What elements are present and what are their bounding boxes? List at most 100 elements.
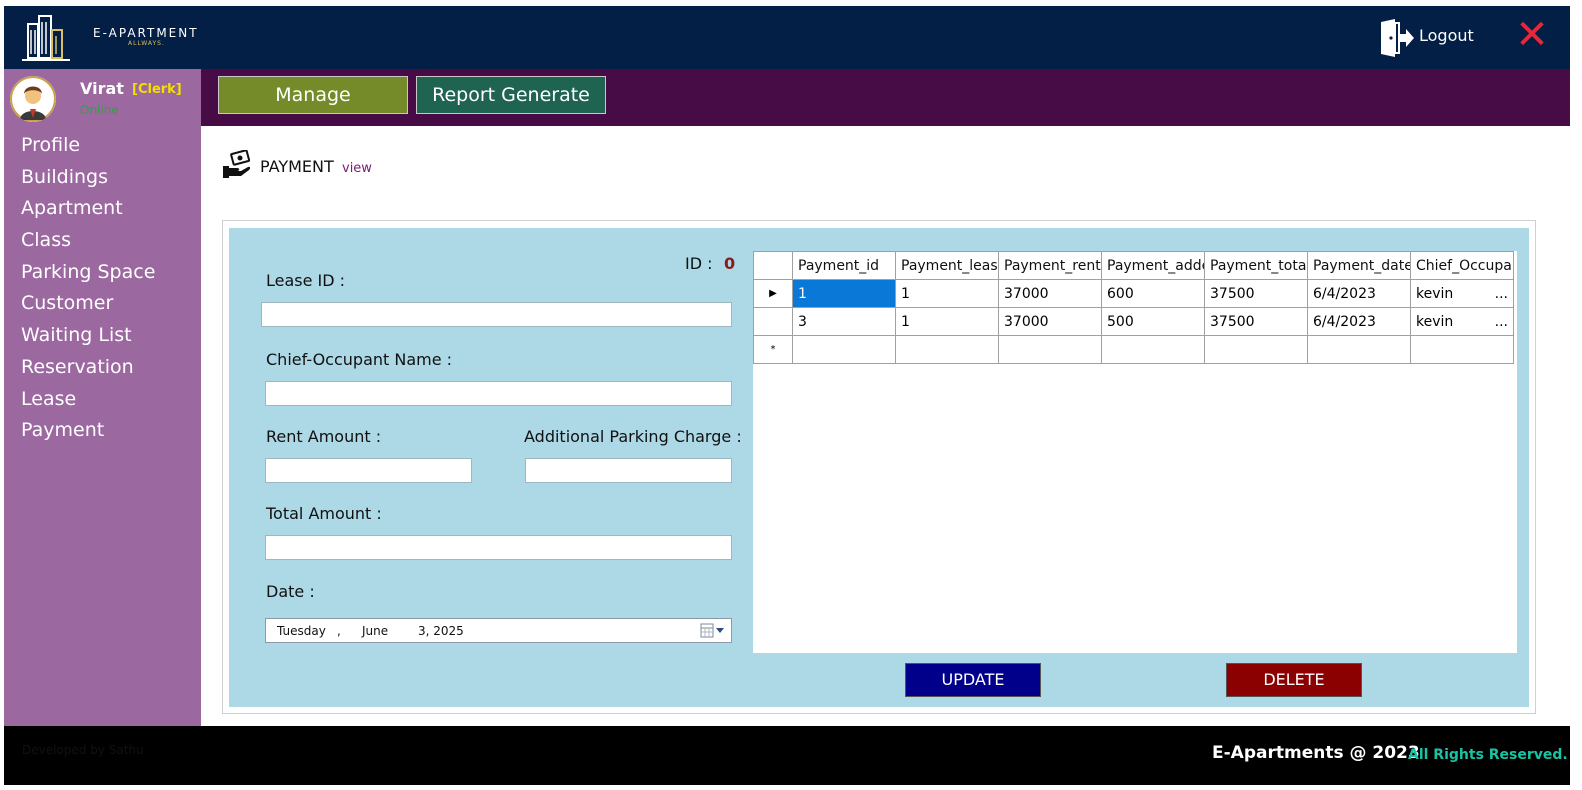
table-cell[interactable] [895,335,999,364]
user-name: Virat [80,79,124,98]
row-header-corner [753,251,793,280]
table-cell[interactable] [998,335,1102,364]
sidebar: Profile Buildings Apartment Class Parkin… [4,126,201,726]
ellipsis-button[interactable]: ... [1495,314,1508,330]
rights-text: All Rights Reserved. [1408,747,1568,763]
payment-grid[interactable]: Payment_id Payment_lease Payment_rentA P… [753,251,1517,653]
brand-name: E-APARTMENT [93,26,199,40]
payment-table: Payment_id Payment_lease Payment_rentA P… [753,251,1514,364]
total-amount-label: Total Amount : [266,504,382,523]
footer: Developed by Sathu E-Apartments @ 2023 A… [4,726,1570,785]
rent-amount-label: Rent Amount : [266,427,382,446]
date-label: Date : [266,582,315,601]
table-cell[interactable]: 37000 [998,307,1102,336]
page-title: PAYMENT [260,157,334,176]
column-header[interactable]: Payment_total [1204,251,1308,280]
parking-charge-label: Additional Parking Charge : [524,427,742,446]
tab-report-generate[interactable]: Report Generate [416,76,606,114]
update-button[interactable]: UPDATE [905,663,1041,697]
row-marker[interactable] [753,307,793,336]
sidebar-item-profile[interactable]: Profile [4,130,201,162]
sidebar-item-customer[interactable]: Customer [4,288,201,320]
table-row[interactable]: ▶ 1 1 37000 600 37500 6/4/2023 kevin... [753,279,1514,308]
ellipsis-button[interactable]: ... [1495,286,1508,302]
table-cell[interactable]: 37000 [998,279,1102,308]
table-cell[interactable]: 1 [792,279,896,308]
user-avatar-icon [10,76,56,122]
logout-button[interactable]: Logout [1379,18,1479,58]
main-content: PAYMENT view ID : 0 Lease ID : Chief-Occ… [201,126,1570,726]
table-cell[interactable]: 500 [1101,307,1205,336]
column-header[interactable]: Payment_adde [1101,251,1205,280]
cell-text: kevin [1416,313,1454,330]
table-cell[interactable] [1410,335,1514,364]
column-header[interactable]: Payment_id [792,251,896,280]
building-logo-icon [22,15,70,61]
cell-text: kevin [1416,285,1454,302]
sidebar-item-lease[interactable]: Lease [4,384,201,416]
sidebar-item-reservation[interactable]: Reservation [4,352,201,384]
chief-occupant-input[interactable] [265,381,732,406]
table-cell[interactable]: 1 [895,279,999,308]
table-cell[interactable]: kevin... [1410,279,1514,308]
sidebar-item-class[interactable]: Class [4,225,201,257]
sidebar-item-apartment[interactable]: Apartment [4,193,201,225]
id-label: ID : [685,254,713,273]
sidebar-item-payment[interactable]: Payment [4,415,201,447]
tab-bar: Manage Report Generate [201,69,1570,126]
logout-label: Logout [1419,26,1474,45]
table-header-row: Payment_id Payment_lease Payment_rentA P… [753,251,1514,280]
user-role: [Clerk] [132,82,182,97]
sidebar-item-buildings[interactable]: Buildings [4,162,201,194]
payment-panel: ID : 0 Lease ID : Chief-Occupant Name : … [229,228,1529,707]
row-marker[interactable]: ▶ [753,279,793,308]
copyright: E-Apartments @ 2023 [1212,743,1420,763]
date-picker[interactable]: Tuesday , June 3, 2025 [265,618,732,643]
payment-hand-icon [223,150,251,178]
app-window: E-APARTMENT ALLWAYS. Logout ✕ Virat [Cle… [4,6,1570,785]
table-row[interactable]: 3 1 37000 500 37500 6/4/2023 kevin... [753,307,1514,336]
table-cell[interactable]: 6/4/2023 [1307,307,1411,336]
total-amount-input[interactable] [265,535,732,560]
column-header[interactable]: Payment_rentA [998,251,1102,280]
parking-charge-input[interactable] [525,458,732,483]
date-month: June [362,624,389,638]
table-cell[interactable]: 37500 [1204,279,1308,308]
table-cell[interactable] [792,335,896,364]
table-cell[interactable] [1101,335,1205,364]
table-cell[interactable] [1307,335,1411,364]
payment-panel-border: ID : 0 Lease ID : Chief-Occupant Name : … [222,220,1536,714]
date-separator: , [337,624,341,638]
table-cell[interactable]: 37500 [1204,307,1308,336]
table-cell[interactable] [1204,335,1308,364]
column-header[interactable]: Payment_lease [895,251,999,280]
tab-manage[interactable]: Manage [218,76,408,114]
table-cell[interactable]: 1 [895,307,999,336]
lease-id-label: Lease ID : [266,271,346,290]
user-status: Online [80,103,119,117]
door-exit-icon [1381,19,1414,57]
table-cell[interactable]: 6/4/2023 [1307,279,1411,308]
date-day-year: 3, 2025 [418,624,464,638]
column-header[interactable]: Payment_date [1307,251,1411,280]
rent-amount-input[interactable] [265,458,472,483]
user-panel: Virat [Clerk] Online [4,69,201,126]
lease-id-input[interactable] [261,302,732,327]
page-subtitle: view [342,161,372,176]
top-bar: E-APARTMENT ALLWAYS. Logout ✕ [4,6,1570,69]
sidebar-item-parking-space[interactable]: Parking Space [4,257,201,289]
date-day: Tuesday [277,624,326,638]
id-value: 0 [724,254,736,273]
table-cell[interactable]: 3 [792,307,896,336]
sidebar-item-waiting-list[interactable]: Waiting List [4,320,201,352]
delete-button[interactable]: DELETE [1226,663,1362,697]
table-cell[interactable]: kevin... [1410,307,1514,336]
close-icon[interactable]: ✕ [1512,15,1552,55]
brand-tagline: ALLWAYS. [128,40,165,47]
table-cell[interactable]: 600 [1101,279,1205,308]
chief-occupant-label: Chief-Occupant Name : [266,350,453,369]
calendar-icon[interactable] [699,622,727,639]
table-new-row[interactable]: * [753,335,1514,364]
column-header[interactable]: Chief_Occupar [1410,251,1514,280]
new-row-marker[interactable]: * [753,335,793,364]
